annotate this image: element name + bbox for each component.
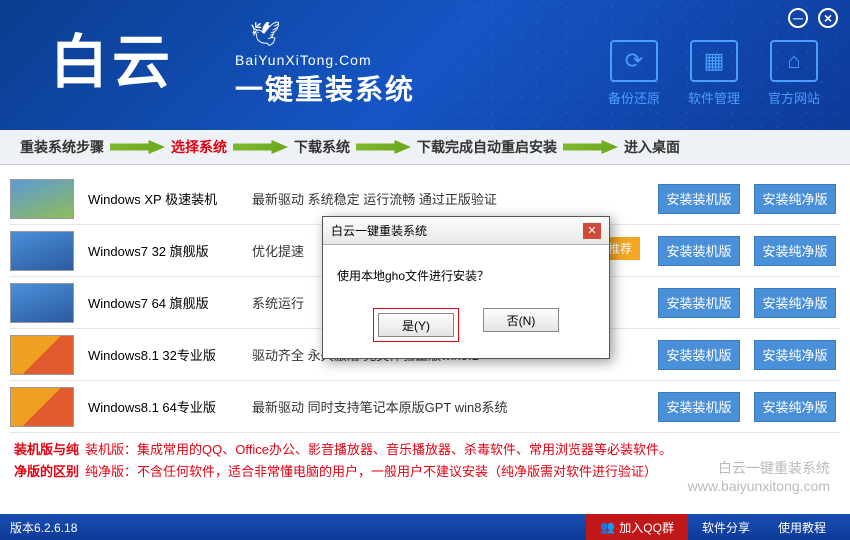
arrow-icon	[233, 140, 288, 154]
nav-official-site[interactable]: ⌂ 官方网站	[768, 40, 820, 107]
logo-text: 白云	[50, 15, 174, 99]
nav-backup-restore[interactable]: ⟳ 备份还原	[608, 40, 660, 107]
dialog-no-button[interactable]: 否(N)	[483, 308, 559, 332]
nav-label: 软件管理	[688, 88, 740, 107]
os-thumbnail	[10, 179, 74, 219]
note-label-1: 装机版与纯	[14, 439, 79, 461]
os-thumbnail	[10, 283, 74, 323]
logo-slogan: 一键重装系统	[235, 68, 415, 108]
os-name: Windows8.1 32专业版	[88, 345, 238, 364]
close-button[interactable]: ×	[818, 8, 838, 28]
install-clean-button[interactable]: 安装纯净版	[754, 184, 836, 214]
steps-bar: 重装系统步骤 选择系统 下载系统 下载完成自动重启安装 进入桌面	[0, 130, 850, 165]
qq-group-button[interactable]: 👥 加入QQ群	[586, 514, 688, 540]
install-full-button[interactable]: 安装装机版	[658, 288, 740, 318]
note-text-1: 装机版：集成常用的QQ、Office办公、影音播放器、音乐播放器、杀毒软件、常用…	[85, 439, 672, 461]
install-clean-button[interactable]: 安装纯净版	[754, 392, 836, 422]
bird-icon: 🕊	[250, 20, 280, 49]
dialog-title: 白云一键重装系统	[331, 222, 427, 239]
os-thumbnail	[10, 231, 74, 271]
watermark: 白云一键重装系统 www.baiyunxitong.com	[688, 459, 830, 495]
install-full-button[interactable]: 安装装机版	[658, 236, 740, 266]
step-1: 重装系统步骤	[20, 137, 104, 157]
os-description: 最新驱动 系统稳定 运行流畅 通过正版验证	[252, 189, 644, 208]
system-row: Windows8.1 64专业版最新驱动 同时支持笔记本原版GPT win8系统…	[10, 381, 840, 433]
qq-icon: 👥	[600, 520, 615, 534]
step-4: 下载完成自动重启安装	[417, 137, 557, 157]
os-description: 最新驱动 同时支持笔记本原版GPT win8系统	[252, 397, 644, 416]
logo-url: BaiYunXiTong.Com	[235, 52, 415, 68]
install-clean-button[interactable]: 安装纯净版	[754, 288, 836, 318]
logo: 白云 🕊	[50, 15, 174, 99]
install-clean-button[interactable]: 安装纯净版	[754, 340, 836, 370]
minimize-button[interactable]: ─	[788, 8, 808, 28]
dialog-titlebar: 白云一键重装系统 ✕	[323, 217, 609, 245]
nav-label: 官方网站	[768, 88, 820, 107]
step-5: 进入桌面	[624, 137, 680, 157]
version-text: 版本6.2.6.18	[10, 519, 77, 536]
os-name: Windows XP 极速装机	[88, 189, 238, 208]
install-full-button[interactable]: 安装装机版	[658, 392, 740, 422]
nav-label: 备份还原	[608, 88, 660, 107]
nav-software-manage[interactable]: ▦ 软件管理	[688, 40, 740, 107]
install-full-button[interactable]: 安装装机版	[658, 184, 740, 214]
app-header: ─ × 白云 🕊 BaiYunXiTong.Com 一键重装系统 ⟳ 备份还原 …	[0, 0, 850, 130]
arrow-icon	[563, 140, 618, 154]
dialog-yes-highlight: 是(Y)	[373, 308, 459, 342]
note-label-2: 净版的区别	[14, 461, 79, 483]
dialog-yes-button[interactable]: 是(Y)	[378, 313, 454, 337]
os-name: Windows8.1 64专业版	[88, 397, 238, 416]
os-name: Windows7 64 旗舰版	[88, 293, 238, 312]
bottom-bar: 版本6.2.6.18 👥 加入QQ群 软件分享 使用教程	[0, 514, 850, 540]
dialog-close-button[interactable]: ✕	[583, 223, 601, 239]
note-text-2: 纯净版：不含任何软件，适合非常懂电脑的用户，一般用户不建议安装（纯净版需对软件进…	[85, 461, 657, 483]
tutorial-button[interactable]: 使用教程	[764, 514, 840, 540]
grid-icon: ▦	[690, 40, 738, 82]
os-name: Windows7 32 旗舰版	[88, 241, 238, 260]
arrow-icon	[110, 140, 165, 154]
dialog-message: 使用本地gho文件进行安装？	[323, 245, 609, 302]
arrow-icon	[356, 140, 411, 154]
install-clean-button[interactable]: 安装纯净版	[754, 236, 836, 266]
step-3: 下载系统	[294, 137, 350, 157]
home-icon: ⌂	[770, 40, 818, 82]
confirm-dialog: 白云一键重装系统 ✕ 使用本地gho文件进行安装？ 是(Y) 否(N)	[322, 216, 610, 359]
install-full-button[interactable]: 安装装机版	[658, 340, 740, 370]
share-button[interactable]: 软件分享	[688, 514, 764, 540]
os-thumbnail	[10, 335, 74, 375]
step-2-active: 选择系统	[171, 137, 227, 157]
refresh-icon: ⟳	[610, 40, 658, 82]
os-thumbnail	[10, 387, 74, 427]
